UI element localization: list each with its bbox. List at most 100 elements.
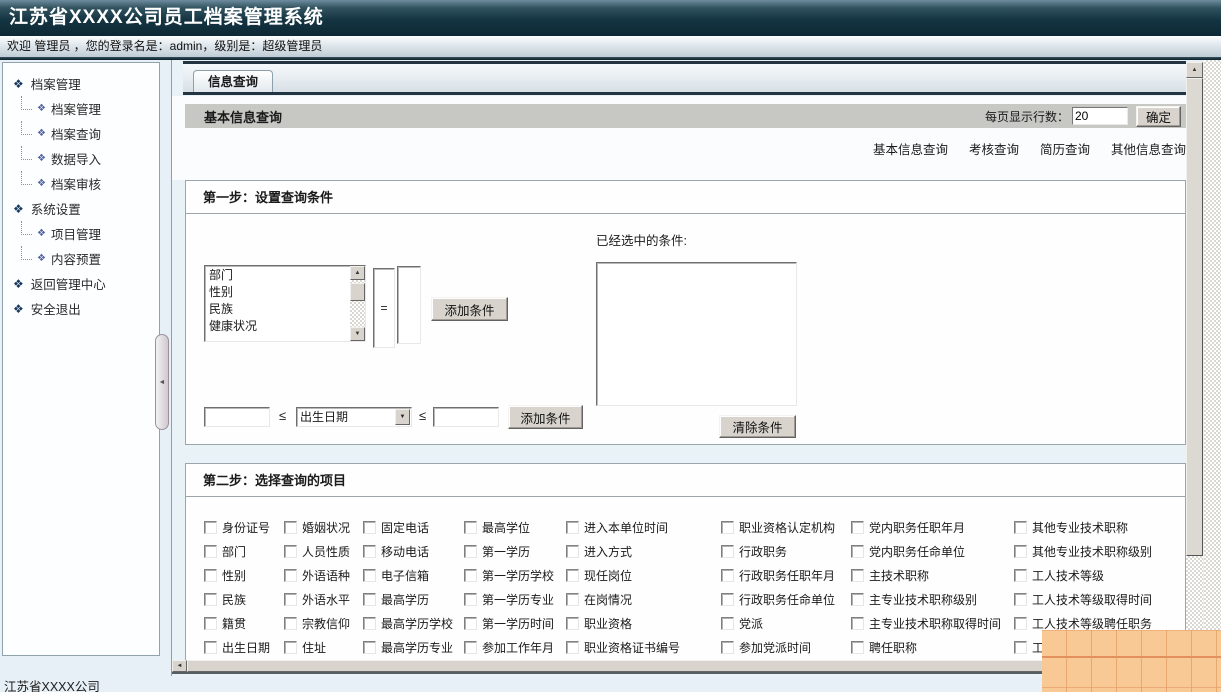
tab-info-query[interactable]: 信息查询	[193, 70, 273, 92]
checkbox[interactable]	[1014, 617, 1027, 630]
checkbox[interactable]	[204, 617, 217, 630]
checkbox-item-电子信箱[interactable]: 电子信箱	[363, 563, 453, 587]
horizontal-scroll-thumb[interactable]	[187, 660, 1175, 672]
checkbox[interactable]	[1014, 593, 1027, 606]
checkbox[interactable]	[566, 521, 579, 534]
checkbox[interactable]	[1014, 569, 1027, 582]
checkbox[interactable]	[851, 569, 864, 582]
checkbox-item-党内职务任职年月[interactable]: 党内职务任职年月	[851, 515, 1001, 539]
checkbox-item-行政职务任职年月[interactable]: 行政职务任职年月	[721, 563, 835, 587]
checkbox-item-主技术职称[interactable]: 主技术职称	[851, 563, 1001, 587]
checkbox-item-进入方式[interactable]: 进入方式	[566, 539, 680, 563]
checkbox-item-最高学位[interactable]: 最高学位	[464, 515, 554, 539]
checkbox[interactable]	[721, 521, 734, 534]
checkbox-item-最高学历专业[interactable]: 最高学历专业	[363, 635, 453, 659]
checkbox[interactable]	[851, 593, 864, 606]
checkbox[interactable]	[204, 569, 217, 582]
checkbox[interactable]	[464, 545, 477, 558]
scroll-thumb[interactable]	[350, 283, 365, 301]
sidebar-collapse-handle[interactable]: ◄	[155, 334, 169, 430]
rows-per-page-input[interactable]	[1072, 107, 1128, 125]
sidebar-item-系统设置[interactable]: ❖系统设置	[3, 196, 159, 221]
range-max-input[interactable]	[433, 407, 499, 427]
checkbox[interactable]	[464, 569, 477, 582]
checkbox-item-职业资格证书编号[interactable]: 职业资格证书编号	[566, 635, 680, 659]
checkbox-item-第一学历专业[interactable]: 第一学历专业	[464, 587, 554, 611]
checkbox[interactable]	[721, 593, 734, 606]
checkbox[interactable]	[204, 593, 217, 606]
add-condition-button[interactable]: 添加条件	[431, 297, 508, 321]
scroll-left-button[interactable]: ◄	[172, 660, 187, 672]
checkbox-item-第一学历学校[interactable]: 第一学历学校	[464, 563, 554, 587]
checkbox-item-婚姻状况[interactable]: 婚姻状况	[284, 515, 350, 539]
checkbox[interactable]	[284, 641, 297, 654]
nav-link-考核查询[interactable]: 考核查询	[969, 139, 1019, 158]
checkbox-item-固定电话[interactable]: 固定电话	[363, 515, 453, 539]
scroll-down-button[interactable]: ▼	[350, 327, 365, 341]
checkbox-item-住址[interactable]: 住址	[284, 635, 350, 659]
checkbox-item-在岗情况[interactable]: 在岗情况	[566, 587, 680, 611]
checkbox[interactable]	[363, 593, 376, 606]
sidebar-item-内容预置[interactable]: ❖内容预置	[3, 246, 159, 271]
operator-listbox[interactable]: =	[373, 268, 395, 348]
checkbox[interactable]	[721, 617, 734, 630]
checkbox-item-工人技术等级取得时间[interactable]: 工人技术等级取得时间	[1014, 587, 1152, 611]
checkbox-item-职业资格认定机构[interactable]: 职业资格认定机构	[721, 515, 835, 539]
dropdown-button[interactable]: ▼	[395, 409, 410, 425]
checkbox-item-最高学历学校[interactable]: 最高学历学校	[363, 611, 453, 635]
checkbox-item-第一学历[interactable]: 第一学历	[464, 539, 554, 563]
checkbox-item-主专业技术职称取得时间[interactable]: 主专业技术职称取得时间	[851, 611, 1001, 635]
checkbox[interactable]	[204, 521, 217, 534]
checkbox[interactable]	[284, 617, 297, 630]
vertical-scroll-thumb[interactable]	[1186, 78, 1203, 556]
checkbox-item-参加党派时间[interactable]: 参加党派时间	[721, 635, 835, 659]
checkbox-item-其他专业技术职称[interactable]: 其他专业技术职称	[1014, 515, 1152, 539]
checkbox[interactable]	[464, 617, 477, 630]
checkbox-item-党派[interactable]: 党派	[721, 611, 835, 635]
checkbox[interactable]	[851, 545, 864, 558]
nav-link-其他信息查询[interactable]: 其他信息查询	[1111, 139, 1186, 158]
checkbox[interactable]	[851, 521, 864, 534]
sidebar-item-档案管理[interactable]: ❖档案管理	[3, 71, 159, 96]
checkbox[interactable]	[1014, 641, 1027, 654]
scroll-up-button[interactable]: ▲	[1186, 62, 1203, 78]
checkbox[interactable]	[566, 641, 579, 654]
checkbox[interactable]	[464, 641, 477, 654]
confirm-button[interactable]: 确定	[1136, 106, 1181, 127]
checkbox[interactable]	[721, 569, 734, 582]
value-listbox[interactable]	[397, 266, 421, 344]
range-min-input[interactable]	[204, 407, 270, 427]
checkbox[interactable]	[566, 593, 579, 606]
add-range-condition-button[interactable]: 添加条件	[508, 405, 583, 429]
checkbox[interactable]	[204, 545, 217, 558]
checkbox[interactable]	[284, 521, 297, 534]
checkbox[interactable]	[363, 521, 376, 534]
checkbox-item-行政职务[interactable]: 行政职务	[721, 539, 835, 563]
field-option-性别[interactable]: 性别	[206, 284, 349, 301]
checkbox[interactable]	[204, 641, 217, 654]
selected-conditions-listbox[interactable]	[596, 262, 797, 406]
checkbox-item-移动电话[interactable]: 移动电话	[363, 539, 453, 563]
checkbox-item-民族[interactable]: 民族	[204, 587, 270, 611]
checkbox-item-参加工作年月[interactable]: 参加工作年月	[464, 635, 554, 659]
checkbox-item-进入本单位时间[interactable]: 进入本单位时间	[566, 515, 680, 539]
sidebar-item-项目管理[interactable]: ❖项目管理	[3, 221, 159, 246]
clear-conditions-button[interactable]: 清除条件	[719, 415, 796, 438]
checkbox[interactable]	[1014, 545, 1027, 558]
field-option-部门[interactable]: 部门	[206, 267, 349, 284]
checkbox[interactable]	[464, 521, 477, 534]
checkbox-item-性别[interactable]: 性别	[204, 563, 270, 587]
checkbox[interactable]	[566, 569, 579, 582]
checkbox-item-外语语种[interactable]: 外语语种	[284, 563, 350, 587]
range-field-select[interactable]: 出生日期 ▼	[296, 407, 412, 427]
checkbox[interactable]	[721, 641, 734, 654]
checkbox[interactable]	[851, 617, 864, 630]
field-option-民族[interactable]: 民族	[206, 301, 349, 318]
sidebar-item-数据导入[interactable]: ❖数据导入	[3, 146, 159, 171]
checkbox-item-党内职务任命单位[interactable]: 党内职务任命单位	[851, 539, 1001, 563]
checkbox[interactable]	[284, 569, 297, 582]
checkbox[interactable]	[363, 569, 376, 582]
sidebar-item-档案管理[interactable]: ❖档案管理	[3, 96, 159, 121]
checkbox[interactable]	[566, 545, 579, 558]
horizontal-scrollbar[interactable]: ◄	[172, 660, 1186, 674]
